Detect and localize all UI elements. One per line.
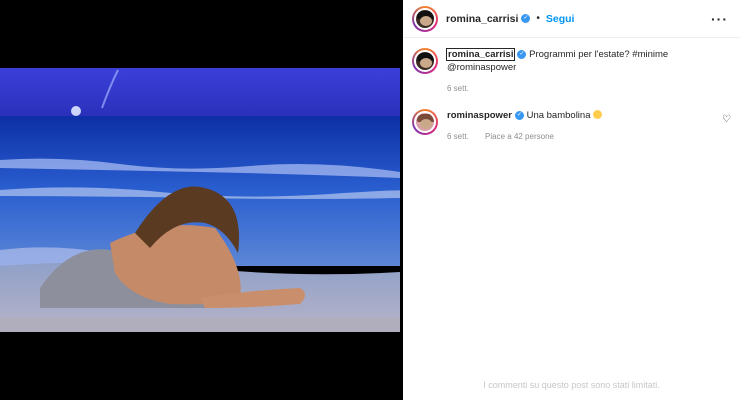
caption-row: romina_carrisi ✓ Programmi per l'estate? … xyxy=(412,48,731,95)
verified-badge-icon: ✓ xyxy=(521,14,531,23)
comment-username[interactable]: rominaspower xyxy=(447,110,512,121)
caption-username[interactable]: romina_carrisi xyxy=(445,48,516,61)
media-pane xyxy=(0,0,403,400)
comment-row: rominaspower ✓ Una bambolina 6 sett. Piac… xyxy=(412,109,731,143)
comment-time[interactable]: 6 sett. xyxy=(447,132,469,141)
follow-button[interactable]: Segui xyxy=(546,13,575,25)
comment-likes[interactable]: Piace a 42 persone xyxy=(485,132,554,141)
caption-avatar[interactable] xyxy=(412,48,438,74)
post-photo[interactable] xyxy=(0,68,400,332)
comments-limited-notice: I commenti su questo post sono stati lim… xyxy=(483,380,660,390)
comment-meta: 6 sett. Piace a 42 persone xyxy=(447,130,717,143)
comment-text-block: rominaspower ✓ Una bambolina 6 sett. Piac… xyxy=(447,109,717,143)
verified-badge-icon: ✓ xyxy=(517,49,527,59)
caption-mention[interactable]: @rominaspower xyxy=(447,62,516,73)
author-avatar[interactable] xyxy=(412,5,438,32)
verified-badge-icon: ✓ xyxy=(514,110,524,120)
beach-photo-illustration xyxy=(0,68,400,332)
caption-text-block: romina_carrisi ✓ Programmi per l'estate? … xyxy=(445,48,717,95)
heart-eyes-emoji-icon xyxy=(593,110,603,119)
post-sidebar: romina_carrisi ✓ • Segui ··· romina_carr… xyxy=(403,0,740,400)
caption-time[interactable]: 6 sett. xyxy=(447,84,469,93)
caption-text: Programmi per l'estate? #minime xyxy=(529,49,669,60)
more-options-icon[interactable]: ··· xyxy=(711,11,728,27)
separator-dot: • xyxy=(536,13,540,24)
comment-avatar[interactable] xyxy=(412,109,438,135)
author-username[interactable]: romina_carrisi xyxy=(446,13,518,25)
like-comment-heart-icon[interactable]: ♡ xyxy=(722,114,731,125)
caption-meta: 6 sett. xyxy=(447,82,717,95)
comment-text: Una bambolina xyxy=(526,110,591,121)
comments-section: romina_carrisi ✓ Programmi per l'estate? … xyxy=(403,38,740,143)
post-header: romina_carrisi ✓ • Segui ··· xyxy=(403,0,740,38)
